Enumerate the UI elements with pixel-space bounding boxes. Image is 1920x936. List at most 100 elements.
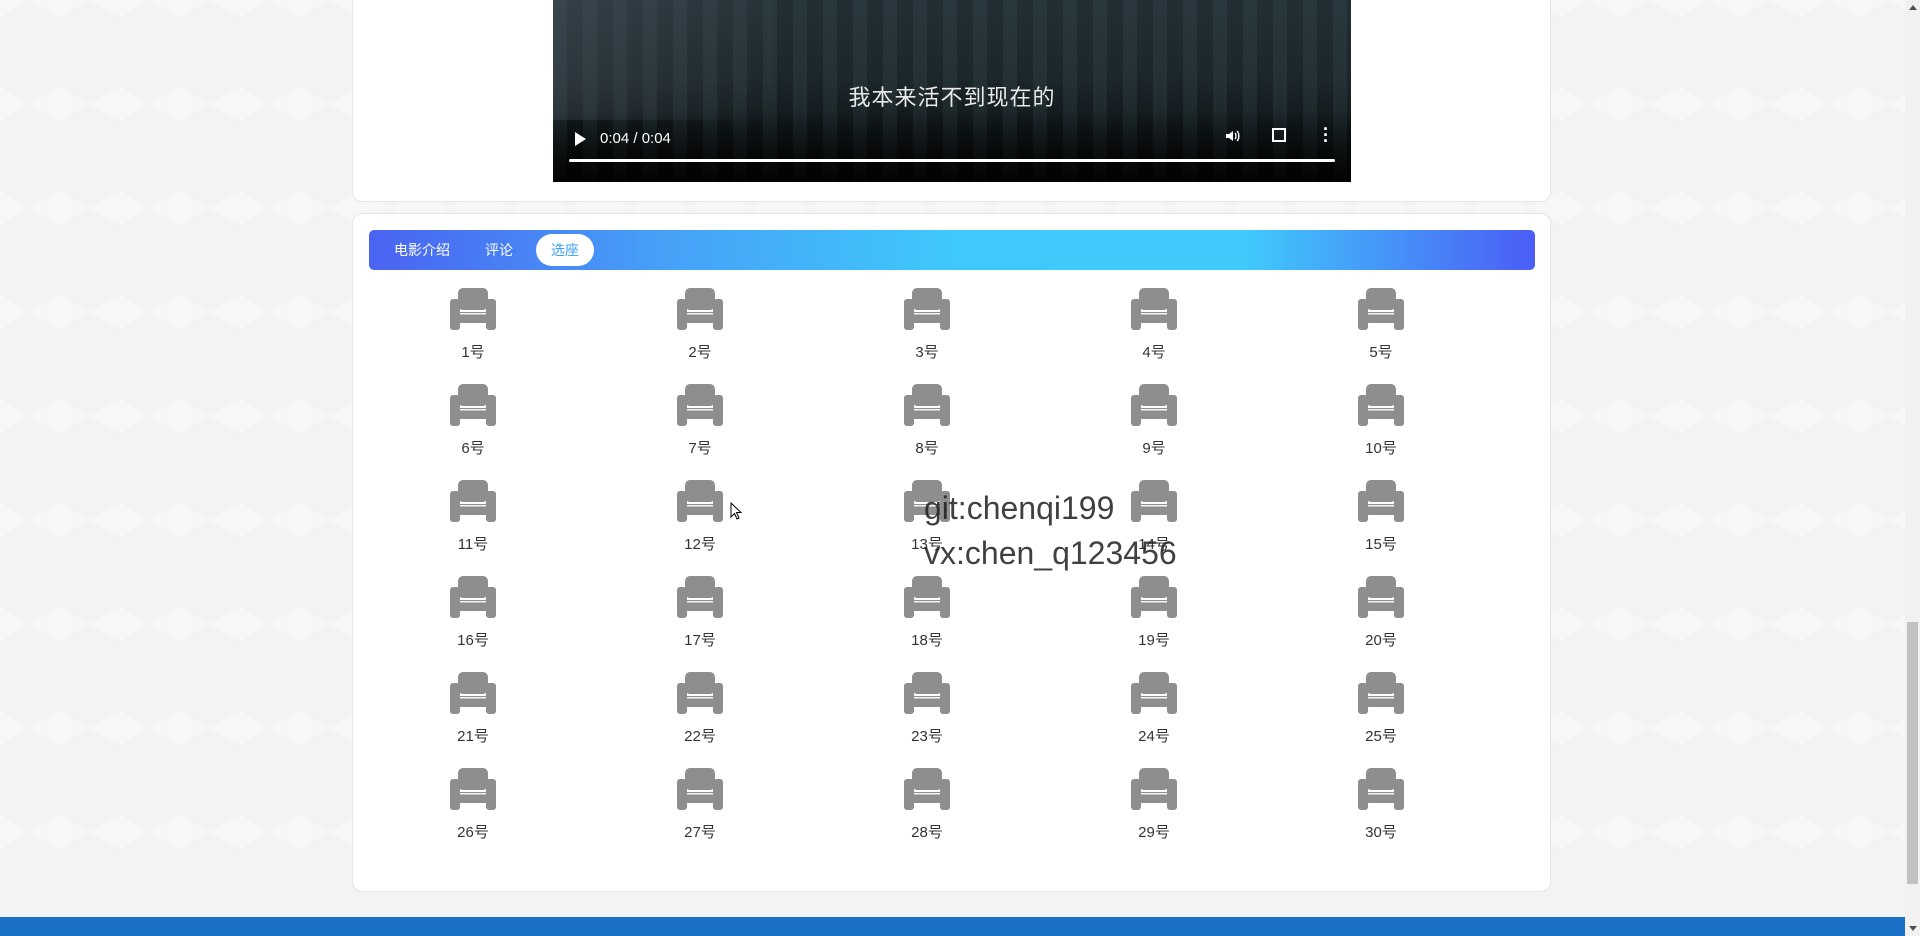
seat-grid: 1号 2号 3号 4号 5号 6号 7号 8号 9号 10号 11号 12号 13号 14号 15号 16号 1… — [353, 214, 1550, 891]
movie-detail-card: 电影介绍 评论 选座 1号 2号 3号 4号 5号 6号 7号 8号 9号 10号 11号 12号 13… — [352, 213, 1551, 892]
seat[interactable]: 16号 — [428, 574, 518, 662]
seat[interactable]: 6号 — [428, 382, 518, 470]
seat-label: 13号 — [911, 536, 943, 553]
seat-icon — [1131, 576, 1177, 618]
seat-icon — [450, 480, 496, 522]
seat-label: 26号 — [457, 824, 489, 841]
seat[interactable]: 2号 — [655, 286, 745, 374]
seat[interactable]: 18号 — [882, 574, 972, 662]
footer-bar — [0, 917, 1905, 936]
seat[interactable]: 9号 — [1109, 382, 1199, 470]
volume-icon[interactable] — [1224, 128, 1240, 149]
scrollbar-thumb[interactable] — [1907, 622, 1918, 884]
video-controls: 0:04 / 0:04 · · · — [553, 112, 1351, 182]
seat-icon — [904, 672, 950, 714]
fullscreen-icon[interactable] — [1272, 128, 1286, 142]
seat[interactable]: 25号 — [1336, 670, 1426, 758]
seat[interactable]: 8号 — [882, 382, 972, 470]
seat[interactable]: 14号 — [1109, 478, 1199, 566]
seat-icon — [1358, 480, 1404, 522]
mouse-cursor-icon — [730, 501, 743, 525]
seat-label: 17号 — [684, 632, 716, 649]
seat-icon — [450, 384, 496, 426]
seat[interactable]: 26号 — [428, 766, 518, 854]
seat-icon — [450, 576, 496, 618]
seat-label: 3号 — [915, 344, 939, 361]
seat-icon — [1131, 288, 1177, 330]
seat-label: 20号 — [1365, 632, 1397, 649]
seat-icon — [1358, 672, 1404, 714]
seat-label: 25号 — [1365, 728, 1397, 745]
scroll-down-icon[interactable] — [1909, 926, 1917, 931]
seat[interactable]: 28号 — [882, 766, 972, 854]
seat-label: 28号 — [911, 824, 943, 841]
seat-icon — [677, 480, 723, 522]
seat-label: 19号 — [1138, 632, 1170, 649]
seat[interactable]: 13号 — [882, 478, 972, 566]
seat[interactable]: 10号 — [1336, 382, 1426, 470]
seat[interactable]: 4号 — [1109, 286, 1199, 374]
seat-label: 11号 — [457, 536, 489, 553]
seat[interactable]: 23号 — [882, 670, 972, 758]
seat-icon — [1358, 384, 1404, 426]
seat[interactable]: 20号 — [1336, 574, 1426, 662]
seat-label: 4号 — [1142, 344, 1166, 361]
seat[interactable]: 3号 — [882, 286, 972, 374]
seat-icon — [677, 768, 723, 810]
seat-icon — [904, 768, 950, 810]
seat-icon — [904, 576, 950, 618]
more-vert-icon[interactable]: · · · — [1323, 120, 1329, 150]
seat-icon — [1358, 288, 1404, 330]
video-progress-bar[interactable] — [569, 159, 1335, 162]
seat-label: 23号 — [911, 728, 943, 745]
seat[interactable]: 21号 — [428, 670, 518, 758]
seat-label: 29号 — [1138, 824, 1170, 841]
movie-video-player[interactable]: 我本来活不到现在的 0:04 / 0:04 · · · — [553, 0, 1351, 182]
seat-icon — [677, 288, 723, 330]
video-subtitle: 我本来活不到现在的 — [848, 86, 1056, 111]
page-scrollbar[interactable] — [1905, 0, 1920, 936]
seat-icon — [1131, 768, 1177, 810]
seat[interactable]: 29号 — [1109, 766, 1199, 854]
seat-icon — [1358, 768, 1404, 810]
seat[interactable]: 7号 — [655, 382, 745, 470]
seat[interactable]: 5号 — [1336, 286, 1426, 374]
seat-label: 6号 — [461, 440, 485, 457]
seat[interactable]: 24号 — [1109, 670, 1199, 758]
seat[interactable]: 19号 — [1109, 574, 1199, 662]
seat-icon — [904, 480, 950, 522]
seat-icon — [677, 576, 723, 618]
seat-label: 22号 — [684, 728, 716, 745]
seat-label: 27号 — [684, 824, 716, 841]
seat-label: 7号 — [688, 440, 712, 457]
seat-icon — [677, 672, 723, 714]
seat-label: 14号 — [1138, 536, 1170, 553]
seat-label: 18号 — [911, 632, 943, 649]
seat-icon — [450, 768, 496, 810]
video-time: 0:04 / 0:04 — [600, 130, 671, 147]
seat-icon — [677, 384, 723, 426]
seat-label: 30号 — [1365, 824, 1397, 841]
seat-icon — [450, 288, 496, 330]
seat-label: 16号 — [457, 632, 489, 649]
seat-icon — [1131, 672, 1177, 714]
seat-icon — [904, 384, 950, 426]
seat[interactable]: 15号 — [1336, 478, 1426, 566]
seat-label: 12号 — [684, 536, 716, 553]
seat-label: 9号 — [1142, 440, 1166, 457]
play-icon[interactable] — [575, 132, 586, 146]
seat-label: 24号 — [1138, 728, 1170, 745]
seat[interactable]: 27号 — [655, 766, 745, 854]
seat-icon — [1358, 576, 1404, 618]
seat[interactable]: 30号 — [1336, 766, 1426, 854]
seat-icon — [1131, 480, 1177, 522]
seat-label: 1号 — [461, 344, 485, 361]
seat[interactable]: 17号 — [655, 574, 745, 662]
seat[interactable]: 1号 — [428, 286, 518, 374]
seat-label: 10号 — [1365, 440, 1397, 457]
scroll-up-icon[interactable] — [1909, 5, 1917, 10]
seat-label: 5号 — [1369, 344, 1393, 361]
seat-icon — [450, 672, 496, 714]
seat[interactable]: 11号 — [428, 478, 518, 566]
seat[interactable]: 22号 — [655, 670, 745, 758]
